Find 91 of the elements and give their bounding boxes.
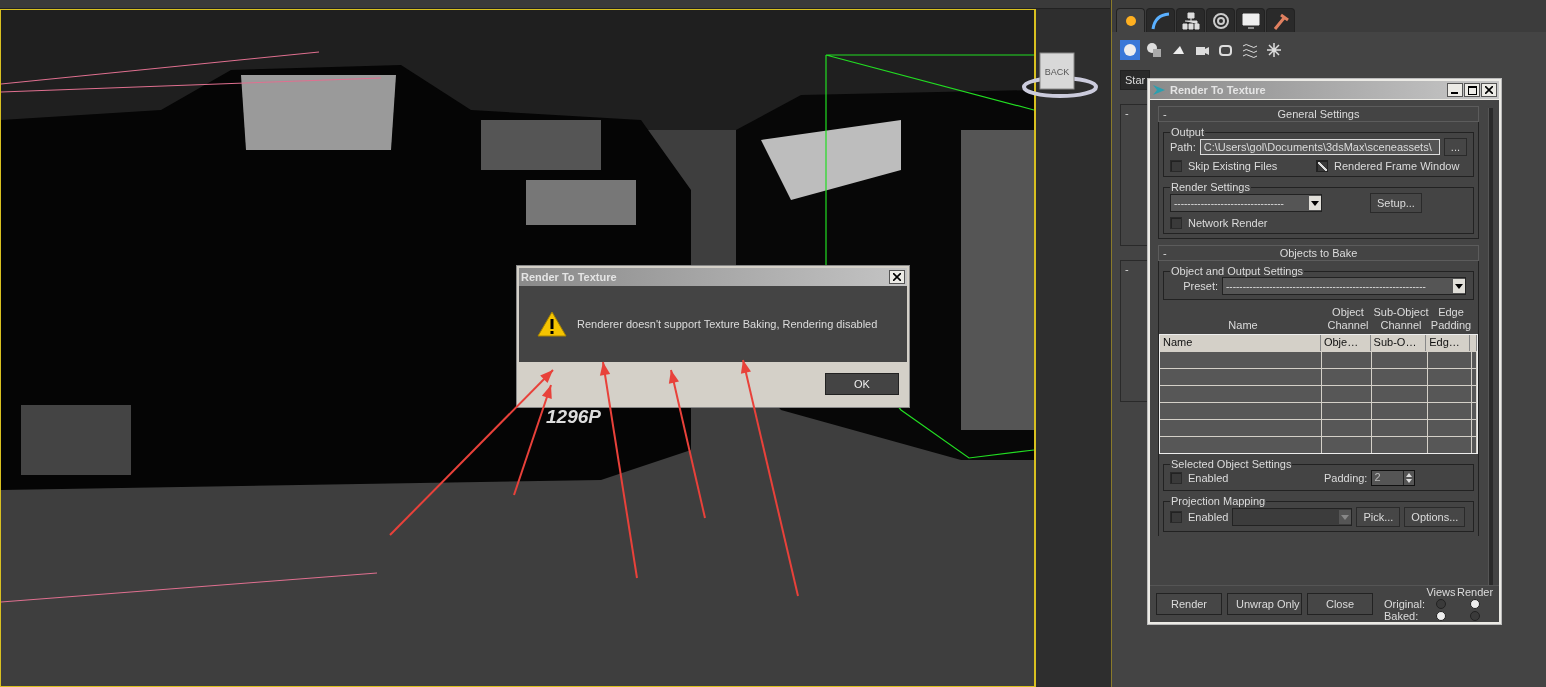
category-dropdown[interactable]: Star (1120, 70, 1150, 90)
checkbox[interactable] (1170, 472, 1182, 484)
pick-button[interactable]: Pick... (1356, 507, 1401, 527)
sparkle-icon (1266, 42, 1282, 58)
tool-button[interactable] (1120, 40, 1140, 60)
panel-tab[interactable] (1116, 8, 1145, 33)
group-title: Object and Output Settings (1170, 265, 1305, 277)
rollout-toggle[interactable]: - (1121, 105, 1145, 121)
rollout-toggle[interactable]: - (1163, 108, 1175, 120)
setup-button[interactable]: Setup... (1370, 193, 1422, 213)
dialog-button[interactable]: Close (1307, 593, 1374, 615)
monitor-icon (1240, 12, 1261, 30)
maximize-icon (1467, 85, 1477, 95)
checkbox[interactable] (1170, 217, 1182, 229)
field-label: Preset: (1182, 280, 1218, 292)
dropdown-arrow-icon (1341, 514, 1350, 520)
radio-label: Baked: (1384, 610, 1419, 622)
preset-dropdown[interactable]: --------------------------------- (1170, 194, 1322, 212)
scrollbar[interactable] (1488, 108, 1493, 585)
field-label: Padding: (1324, 472, 1368, 484)
column-header[interactable]: Obje… (1320, 335, 1371, 351)
close-button[interactable] (1481, 83, 1497, 97)
field-label: Path: (1170, 141, 1196, 153)
sphere-icon (1122, 42, 1138, 58)
column-caption: Name (1227, 319, 1259, 332)
close-icon (893, 273, 901, 281)
checkbox-label: Network Render (1188, 217, 1268, 229)
close-button[interactable] (889, 270, 905, 284)
group-title: Output (1170, 126, 1206, 138)
window-title: Render To Texture (1170, 84, 1267, 96)
app-logo-icon (1152, 83, 1166, 97)
curve-icon (1150, 12, 1171, 30)
group-title: Projection Mapping (1170, 495, 1267, 507)
radio-button[interactable] (1436, 611, 1446, 621)
group-title: Render Settings (1170, 181, 1251, 193)
disc-icon (1210, 12, 1231, 30)
group-title: Selected Object Settings (1170, 458, 1293, 470)
rollout-header[interactable]: - General Settings (1158, 106, 1479, 122)
close-icon (1485, 86, 1493, 94)
column-header[interactable]: Name (1160, 335, 1321, 351)
column-caption: Render (1456, 586, 1494, 598)
radio-button[interactable] (1470, 611, 1480, 621)
panel-tab[interactable] (1206, 8, 1235, 33)
checkbox[interactable] (1170, 160, 1182, 172)
preset-dropdown[interactable]: ------------------------------------------------------------ (1222, 277, 1466, 295)
dialog-button[interactable]: Render (1156, 593, 1222, 615)
dropdown-arrow-icon (1311, 200, 1319, 206)
ok-button[interactable]: OK (825, 372, 899, 395)
checkbox[interactable] (1170, 511, 1182, 523)
column-caption: Sub-Object Channel (1373, 306, 1429, 332)
column-caption: Edge Padding (1429, 306, 1473, 332)
checkbox[interactable] (1316, 160, 1328, 172)
warning-icon (537, 311, 567, 337)
dropdown-arrow-icon (1455, 283, 1463, 289)
tape-icon (1218, 42, 1234, 58)
checkbox-label: Enabled (1188, 511, 1229, 523)
maximize-button[interactable] (1464, 83, 1480, 97)
panel-tab[interactable] (1176, 8, 1205, 33)
rollout-title: General Settings (1276, 108, 1361, 120)
radio-button[interactable] (1436, 599, 1446, 609)
hierarchy-icon (1180, 12, 1201, 30)
column-header[interactable]: Edg… (1426, 335, 1470, 351)
panel-tab[interactable] (1266, 8, 1295, 33)
tool-button[interactable] (1264, 40, 1284, 60)
alert-message: Renderer doesn't support Texture Baking, Rendering disabled (577, 318, 878, 330)
rollout-title: Objects to Bake (1278, 247, 1359, 259)
padding-spinner[interactable]: 2 (1371, 470, 1416, 486)
browse-button[interactable]: ... (1443, 138, 1467, 156)
radio-label: Original: (1384, 598, 1425, 610)
spinner-arrows-icon (1405, 472, 1414, 484)
rollout-header[interactable]: - Objects to Bake (1158, 245, 1479, 261)
checkbox-label: Rendered Frame Window (1334, 160, 1460, 172)
checkbox-label: Enabled (1188, 472, 1229, 484)
checkbox-label: Skip Existing Files (1188, 160, 1278, 172)
column-caption: Views (1426, 586, 1456, 598)
shapes-icon (1146, 42, 1162, 58)
dialog-button[interactable]: Unwrap Only (1227, 593, 1303, 615)
rollout-toggle[interactable]: - (1121, 261, 1145, 277)
column-header[interactable]: Sub-O… (1370, 335, 1427, 351)
rollout-toggle[interactable]: - (1163, 247, 1175, 259)
dialog-title: Render To Texture (521, 271, 618, 283)
panel-tab[interactable] (1236, 8, 1265, 33)
objects-table[interactable]: Name Obje… Sub-O… Edg… (1159, 334, 1478, 454)
waves-icon (1242, 42, 1258, 58)
radio-button[interactable] (1470, 599, 1480, 609)
minimize-button[interactable] (1447, 83, 1463, 97)
column-caption: Object Channel (1326, 306, 1370, 332)
tool-button[interactable] (1144, 40, 1164, 60)
options-button[interactable]: Options... (1404, 507, 1466, 527)
path-field[interactable]: C:\Users\gol\Documents\3dsMax\sceneassets\ (1199, 139, 1440, 155)
panel-tab[interactable] (1146, 8, 1175, 33)
